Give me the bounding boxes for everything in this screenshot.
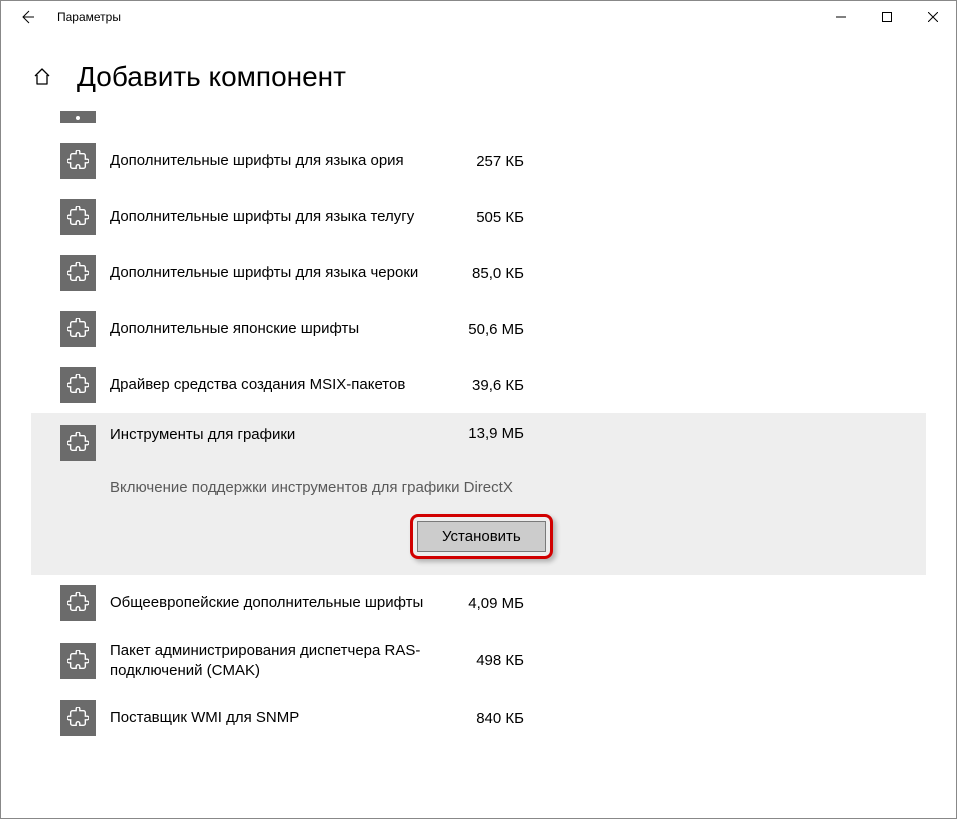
install-button[interactable]: Установить — [417, 521, 546, 552]
list-item[interactable]: Поставщик WMI для SNMP 840 КБ — [31, 690, 926, 746]
list-item[interactable]: Дополнительные шрифты для языка ория 257… — [31, 133, 926, 189]
page-title: Добавить компонент — [77, 61, 346, 93]
list-item-size: 13,9 МБ — [444, 425, 530, 461]
list-item-partial[interactable] — [60, 111, 96, 123]
list-item-label: Дополнительные шрифты для языка чероки — [96, 263, 444, 283]
puzzle-icon — [60, 199, 96, 235]
list-item-description: Включение поддержки инструментов для гра… — [60, 461, 926, 496]
list-item[interactable]: Пакет администрирования диспетчера RAS-п… — [31, 631, 926, 690]
list-item-label: Драйвер средства создания MSIX-пакетов — [96, 375, 444, 395]
back-button[interactable] — [11, 1, 43, 33]
list-item-label: Инструменты для графики — [96, 425, 444, 461]
list-item[interactable]: Дополнительные шрифты для языка чероки 8… — [31, 245, 926, 301]
puzzle-icon — [60, 367, 96, 403]
list-item-size: 505 КБ — [444, 209, 530, 226]
list-item-label: Дополнительные шрифты для языка телугу — [96, 207, 444, 227]
list-item-selected[interactable]: Инструменты для графики 13,9 МБ Включени… — [31, 413, 926, 575]
page-header: Добавить компонент — [1, 33, 956, 111]
list-item-size: 4,09 МБ — [444, 595, 530, 612]
list-item-size: 50,6 МБ — [444, 321, 530, 338]
list-item-label: Дополнительные шрифты для языка ория — [96, 151, 444, 171]
list-item-size: 85,0 КБ — [444, 265, 530, 282]
list-item-size: 498 КБ — [444, 652, 530, 669]
list-item-size: 257 КБ — [444, 153, 530, 170]
puzzle-icon — [60, 643, 96, 679]
puzzle-icon — [60, 255, 96, 291]
puzzle-icon — [60, 143, 96, 179]
highlight-ring: Установить — [410, 514, 553, 559]
titlebar: Параметры — [1, 1, 956, 33]
window-title: Параметры — [57, 10, 121, 24]
list-item[interactable]: Дополнительные японские шрифты 50,6 МБ — [31, 301, 926, 357]
close-button[interactable] — [910, 1, 956, 33]
puzzle-icon — [60, 585, 96, 621]
feature-list: Дополнительные шрифты для языка ория 257… — [1, 111, 956, 771]
puzzle-icon — [60, 425, 96, 461]
puzzle-icon — [60, 311, 96, 347]
list-item-label: Пакет администрирования диспетчера RAS-п… — [96, 641, 444, 680]
maximize-button[interactable] — [864, 1, 910, 33]
list-item-size: 39,6 КБ — [444, 377, 530, 394]
list-item[interactable]: Драйвер средства создания MSIX-пакетов 3… — [31, 357, 926, 413]
minimize-button[interactable] — [818, 1, 864, 33]
list-item-label: Поставщик WMI для SNMP — [96, 708, 444, 728]
list-item[interactable]: Общеевропейские дополнительные шрифты 4,… — [31, 575, 926, 631]
home-icon[interactable] — [31, 66, 53, 88]
window-controls — [818, 1, 956, 33]
list-item-label: Общеевропейские дополнительные шрифты — [96, 593, 444, 613]
puzzle-icon — [60, 700, 96, 736]
list-item-size: 840 КБ — [444, 710, 530, 727]
list-item-label: Дополнительные японские шрифты — [96, 319, 444, 339]
list-item[interactable]: Дополнительные шрифты для языка телугу 5… — [31, 189, 926, 245]
